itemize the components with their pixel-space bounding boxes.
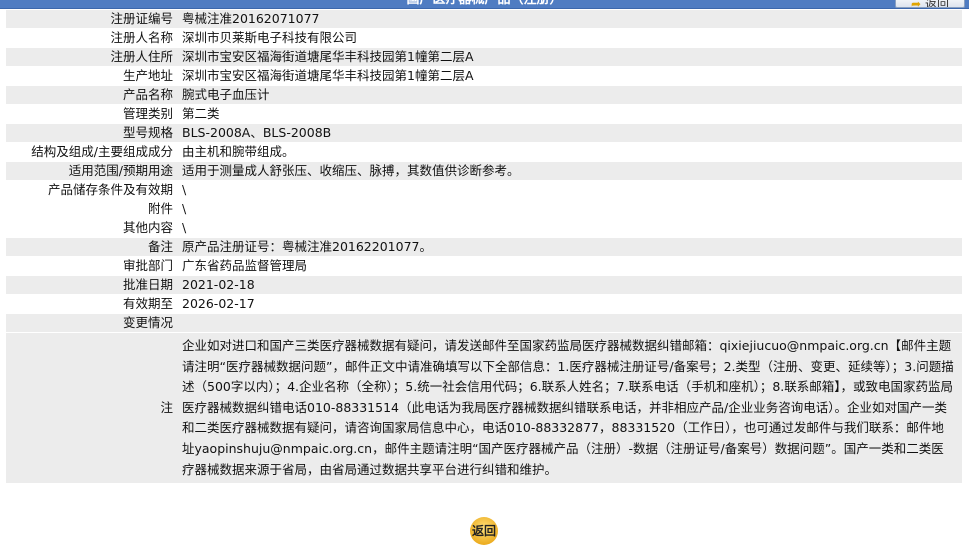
field-value: 深圳市宝安区福海街道塘尾华丰科技园第1幢第二层A — [178, 67, 962, 85]
field-label: 结构及组成/主要组成成分 — [6, 143, 178, 161]
field-row: 附件 \ — [6, 200, 962, 218]
field-label: 适用范围/预期用途 — [6, 162, 178, 180]
field-value: \ — [178, 181, 962, 199]
note-label: 注 — [6, 333, 178, 484]
field-row: 备注 原产品注册证号：粤械注准20162201077。 — [6, 238, 962, 256]
field-row: 结构及组成/主要组成成分 由主机和腕带组成。 — [6, 143, 962, 161]
field-value — [178, 314, 962, 332]
field-row: 其他内容 \ — [6, 219, 962, 237]
back-button-bottom-label: 返回 — [471, 524, 496, 538]
note-row: 注 企业如对进口和国产三类医疗器械数据有疑问，请发送邮件至国家药监局医疗器械数据… — [6, 333, 962, 484]
field-label: 附件 — [6, 200, 178, 218]
field-value: 深圳市贝莱斯电子科技有限公司 — [178, 29, 962, 47]
field-value: 2026-02-17 — [178, 295, 962, 313]
field-value: 由主机和腕带组成。 — [178, 143, 962, 161]
field-row: 审批部门 广东省药品监督管理局 — [6, 257, 962, 275]
field-label: 注册证编号 — [6, 10, 178, 28]
field-value: 粤械注准20162071077 — [178, 10, 962, 28]
field-label: 有效期至 — [6, 295, 178, 313]
field-row: 产品储存条件及有效期 \ — [6, 181, 962, 199]
field-label: 其他内容 — [6, 219, 178, 237]
detail-rows: 注册证编号 粤械注准20162071077 注册人名称 深圳市贝莱斯电子科技有限公司… — [6, 10, 962, 484]
field-row: 生产地址 深圳市宝安区福海街道塘尾华丰科技园第1幢第二层A — [6, 67, 962, 85]
back-arrow-icon: ➦ — [910, 0, 922, 8]
field-value: 深圳市宝安区福海街道塘尾华丰科技园第1幢第二层A — [178, 48, 962, 66]
field-label: 注册人住所 — [6, 48, 178, 66]
field-row: 有效期至 2026-02-17 — [6, 295, 962, 313]
field-value: 原产品注册证号：粤械注准20162201077。 — [178, 238, 962, 256]
note-text-cell: 企业如对进口和国产三类医疗器械数据有疑问，请发送邮件至国家药监局医疗器械数据纠错… — [178, 333, 962, 484]
field-value: 2021-02-18 — [178, 276, 962, 294]
field-label: 产品储存条件及有效期 — [6, 181, 178, 199]
field-value: 腕式电子血压计 — [178, 86, 962, 104]
field-label: 生产地址 — [6, 67, 178, 85]
field-row: 注册人住所 深圳市宝安区福海街道塘尾华丰科技园第1幢第二层A — [6, 48, 962, 66]
field-row: 产品名称 腕式电子血压计 — [6, 86, 962, 104]
detail-table: 注册证编号 粤械注准20162071077 注册人名称 深圳市贝莱斯电子科技有限公司… — [6, 9, 962, 484]
field-label: 型号规格 — [6, 124, 178, 142]
field-row: 适用范围/预期用途 适用于测量成人舒张压、收缩压、脉搏，其数值供诊断参考。 — [6, 162, 962, 180]
field-label: 产品名称 — [6, 86, 178, 104]
page-header-bar: 国产医疗器械产品（注册） ➦返回 — [0, 0, 969, 9]
page-title: 国产医疗器械产品（注册） — [0, 0, 969, 8]
field-row: 管理类别 第二类 — [6, 105, 962, 123]
field-label: 批准日期 — [6, 276, 178, 294]
field-label: 变更情况 — [6, 314, 178, 332]
back-button-top[interactable]: ➦ 返回 — [895, 0, 965, 8]
field-value: 适用于测量成人舒张压、收缩压、脉搏，其数值供诊断参考。 — [178, 162, 962, 180]
field-value: \ — [178, 219, 962, 237]
field-value: \ — [178, 200, 962, 218]
field-label: 管理类别 — [6, 105, 178, 123]
back-button-top-label: 返回 — [925, 0, 950, 8]
back-button-bottom[interactable]: 返回 — [456, 517, 512, 545]
field-value: 广东省药品监督管理局 — [178, 257, 962, 275]
field-row: 批准日期 2021-02-18 — [6, 276, 962, 294]
field-row: 注册证编号 粤械注准20162071077 — [6, 10, 962, 28]
field-value: 第二类 — [178, 105, 962, 123]
field-row: 注册人名称 深圳市贝莱斯电子科技有限公司 — [6, 29, 962, 47]
field-label: 注册人名称 — [6, 29, 178, 47]
field-label: 审批部门 — [6, 257, 178, 275]
field-label: 备注 — [6, 238, 178, 256]
field-row: 型号规格 BLS-2008A、BLS-2008B — [6, 124, 962, 142]
note-text: 企业如对进口和国产三类医疗器械数据有疑问，请发送邮件至国家药监局医疗器械数据纠错… — [182, 338, 954, 477]
field-row: 变更情况 — [6, 314, 962, 332]
field-value: BLS-2008A、BLS-2008B — [178, 124, 962, 142]
